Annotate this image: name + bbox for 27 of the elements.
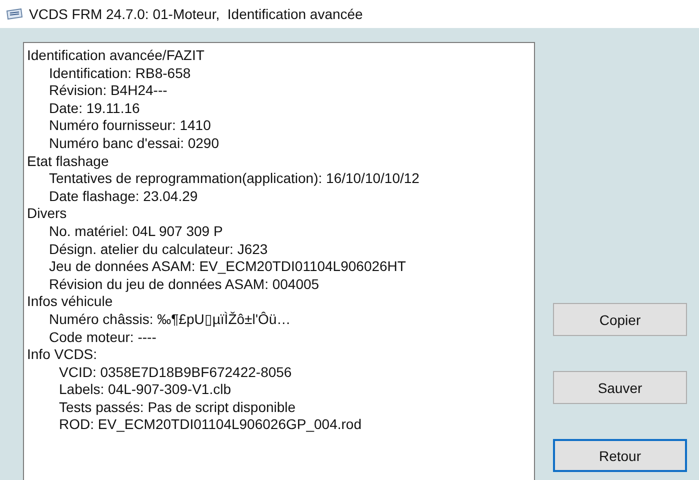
action-button[interactable]: Sauver (553, 371, 687, 404)
info-line: Date: 19.11.16 (48, 100, 141, 118)
section-heading: Divers (27, 205, 68, 223)
info-line: Désign. atelier du calculateur: J623 (48, 240, 269, 258)
info-line: Numéro fournisseur: 1410 (48, 117, 212, 135)
info-line: No. matériel: 04L 907 309 P (48, 222, 224, 241)
info-line: Révision du jeu de données ASAM: 004005 (48, 276, 320, 294)
info-line: VCID: 0358E7D18B9BF672422-8056 (58, 364, 293, 382)
info-line: Révision: B4H24--- (48, 82, 168, 100)
action-button[interactable]: Copier (553, 303, 687, 336)
info-line: Tentatives de reprogrammation(application): 16/10/10/10/12 (48, 170, 420, 188)
info-line: Date flashage: 23.04.29 (48, 188, 199, 206)
info-line: Jeu de données ASAM: EV_ECM20TDI01104L906026HT (48, 258, 407, 276)
info-line: Numéro banc d'essai: 0290 (48, 134, 220, 153)
section-heading: Infos véhicule (27, 293, 114, 311)
info-line: Identification: RB8-658 (48, 64, 192, 82)
info-line: Numéro châssis: ‰¶£pU▯µïÌŽô±l'Ôü… (48, 310, 292, 328)
info-line: Code moteur: ---- (48, 328, 158, 346)
action-button[interactable]: Retour (553, 439, 687, 472)
info-line: Tests passés: Pas de script disponible (58, 398, 297, 416)
section-heading: Identification avancée/FAZIT (27, 47, 206, 65)
section-heading: Info VCDS: (27, 346, 98, 364)
window-title: VCDS FRM 24.7.0: 01-Moteur, Identification avancée (29, 6, 363, 22)
info-line: Labels: 04L-907-309-V1.clb (58, 381, 232, 399)
app-icon (6, 8, 23, 20)
info-line: ROD: EV_ECM20TDI01104L906026GP_004.rod (58, 416, 362, 434)
section-heading: Etat flashage (27, 152, 110, 170)
